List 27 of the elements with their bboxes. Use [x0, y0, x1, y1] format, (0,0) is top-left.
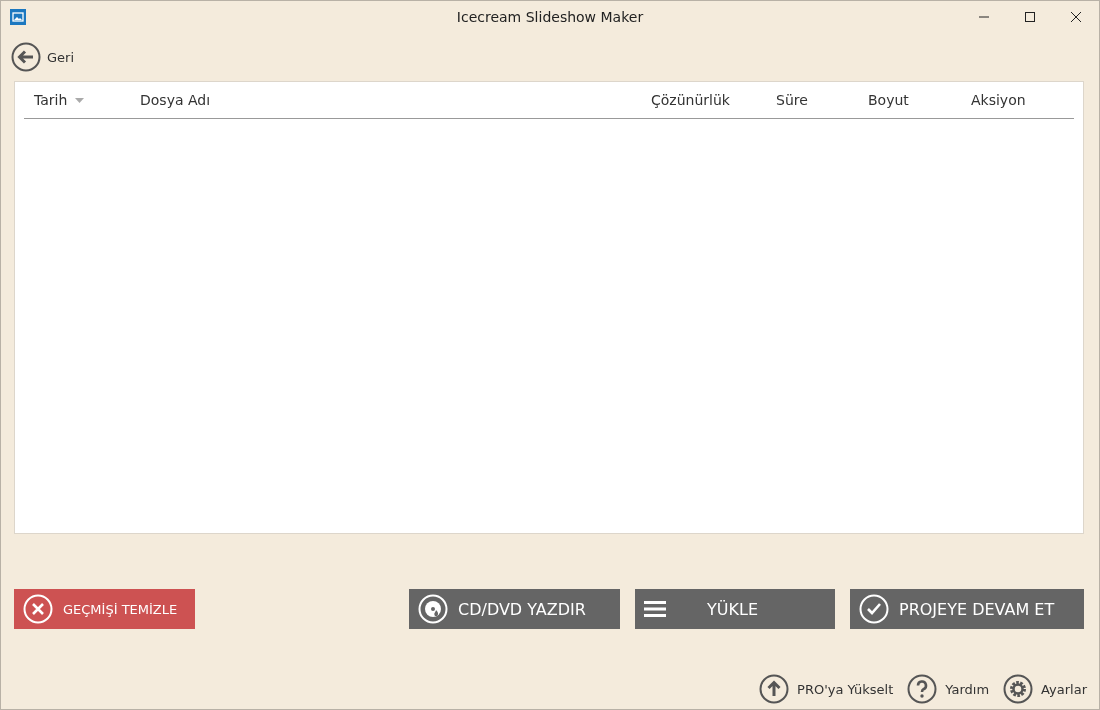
close-icon — [23, 594, 53, 624]
help-icon — [907, 674, 938, 704]
disc-icon — [418, 594, 448, 624]
arrow-left-icon — [11, 42, 41, 72]
action-button[interactable]: CD/DVD YAZDIR — [409, 589, 620, 629]
action-button[interactable]: YÜKLE — [635, 589, 835, 629]
sort-arrow-icon — [75, 97, 85, 103]
check-icon — [859, 594, 889, 624]
column-header[interactable]: Çözünürlük — [651, 92, 730, 108]
column-header[interactable]: Boyut — [868, 92, 909, 108]
settings-icon — [1003, 674, 1034, 704]
arrow-up-icon — [759, 674, 790, 704]
footer-link[interactable]: PRO'ya Yükselt — [759, 674, 894, 704]
footer-link[interactable]: Ayarlar — [1003, 674, 1087, 704]
app-logo-icon — [10, 9, 26, 25]
action-button[interactable]: GEÇMİŞİ TEMİZLE — [14, 589, 195, 629]
action-button[interactable]: PROJEYE DEVAM ET — [850, 589, 1084, 629]
column-header[interactable]: Dosya Adı — [140, 92, 211, 108]
column-header[interactable]: Süre — [776, 92, 808, 108]
maximize-icon — [1025, 12, 1035, 22]
back-button[interactable]: Geri — [11, 42, 75, 72]
column-header[interactable]: Aksiyon — [971, 92, 1026, 108]
menu-icon — [644, 601, 666, 617]
footer-link[interactable]: Yardım — [907, 674, 990, 704]
column-header[interactable]: Tarih — [34, 92, 68, 108]
close-icon — [1071, 12, 1081, 22]
window-title: Icecream Slideshow Maker — [456, 9, 644, 25]
